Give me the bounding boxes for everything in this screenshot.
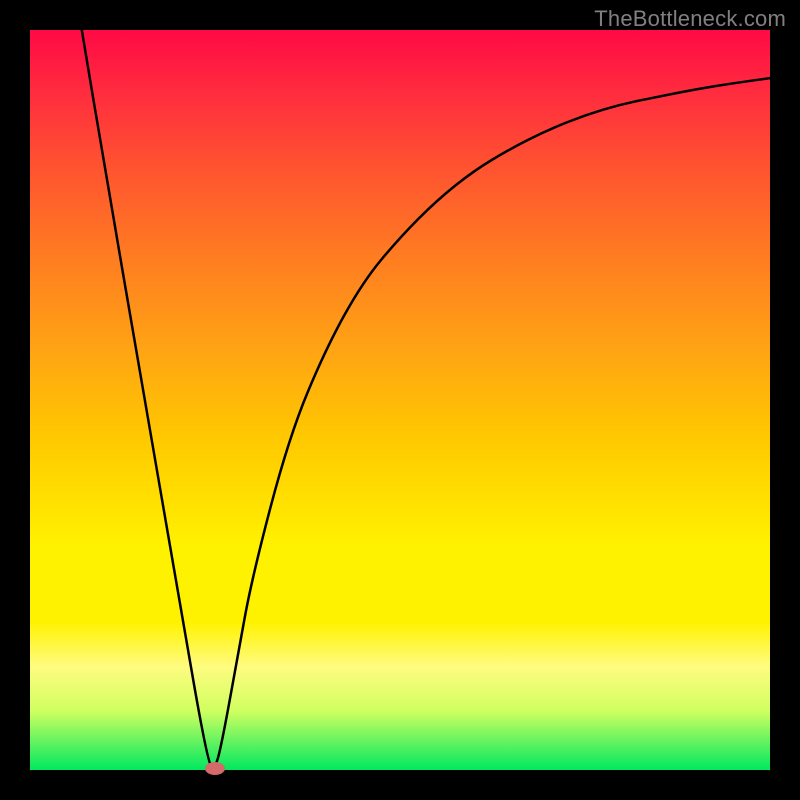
attribution-text: TheBottleneck.com	[594, 6, 786, 32]
optimal-point-marker	[205, 762, 225, 775]
chart-area	[30, 30, 770, 770]
bottleneck-curve	[30, 30, 770, 770]
